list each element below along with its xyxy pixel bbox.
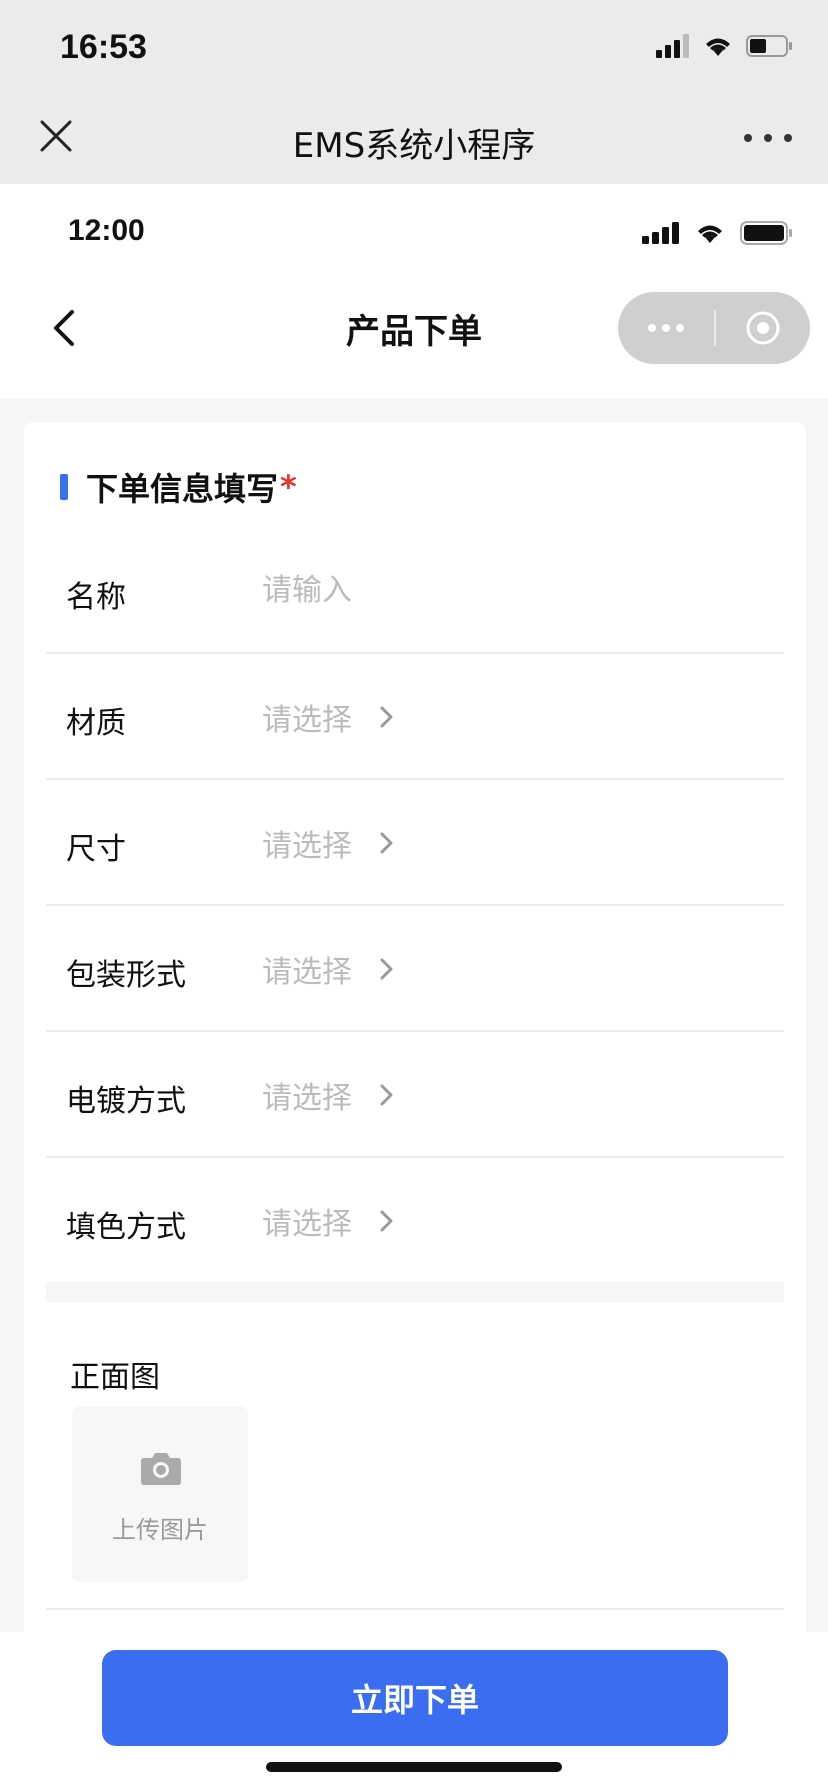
- section-title: 下单信息填写: [86, 470, 279, 508]
- wifi-icon: [698, 225, 722, 243]
- name-input[interactable]: [262, 568, 762, 612]
- upload-divider: [46, 1608, 784, 1610]
- section-header: 下单信息填写 *: [60, 464, 297, 510]
- outer-status-bar: 16:53: [0, 0, 828, 96]
- form-row-plating: 电镀方式 请选择: [46, 1032, 784, 1158]
- inner-status-icons: [642, 220, 794, 246]
- chevron-right-icon: [380, 832, 393, 854]
- signal-icon: [656, 34, 689, 58]
- capsule-more-icon[interactable]: [618, 292, 714, 364]
- inner-status-time: 12:00: [68, 214, 145, 247]
- submit-order-button[interactable]: 立即下单: [102, 1650, 728, 1746]
- page-header: 12:00 产品下单: [0, 184, 828, 398]
- signal-icon: [642, 222, 679, 244]
- order-form-card: 下单信息填写 * 名称 材质 请选择 尺寸 请选择 包装形式 请选择 电镀方式 …: [24, 422, 806, 1642]
- outer-status-time: 16:53: [60, 28, 147, 66]
- battery-icon: [746, 35, 792, 57]
- coloring-select[interactable]: 请选择: [262, 1196, 396, 1246]
- battery-icon: [740, 221, 792, 245]
- outer-status-icons: [656, 34, 794, 58]
- section-divider: [46, 1282, 784, 1302]
- packaging-select[interactable]: 请选择: [262, 944, 396, 994]
- form-row-material: 材质 请选择: [46, 654, 784, 780]
- packaging-select-value: 请选择: [262, 955, 352, 990]
- mini-program-capsule: [618, 292, 810, 364]
- plating-label: 电镀方式: [66, 1084, 186, 1119]
- more-icon[interactable]: [744, 118, 792, 158]
- chevron-right-icon: [380, 706, 393, 728]
- material-select-value: 请选择: [262, 703, 352, 738]
- material-select[interactable]: 请选择: [262, 692, 396, 742]
- bottom-action-bar: 立即下单: [0, 1632, 828, 1792]
- front-image-label: 正面图: [70, 1360, 160, 1395]
- form-row-name: 名称: [46, 528, 784, 654]
- section-accent-bar: [60, 474, 68, 500]
- size-select-value: 请选择: [262, 829, 352, 864]
- plating-select-value: 请选择: [262, 1081, 352, 1116]
- chevron-right-icon: [380, 1210, 393, 1232]
- capsule-close-icon[interactable]: [716, 292, 810, 364]
- home-indicator: [266, 1762, 562, 1772]
- packaging-label: 包装形式: [66, 958, 186, 993]
- size-select[interactable]: 请选择: [262, 818, 396, 868]
- coloring-label: 填色方式: [66, 1210, 186, 1245]
- coloring-select-value: 请选择: [262, 1207, 352, 1242]
- plating-select[interactable]: 请选择: [262, 1070, 396, 1120]
- form-row-packaging: 包装形式 请选择: [46, 906, 784, 1032]
- chevron-right-icon: [380, 958, 393, 980]
- size-label: 尺寸: [66, 832, 126, 867]
- required-mark: *: [280, 468, 297, 506]
- form-row-size: 尺寸 请选择: [46, 780, 784, 906]
- chevron-right-icon: [380, 1084, 393, 1106]
- camera-icon: [141, 1453, 181, 1485]
- outer-nav-title: EMS系统小程序: [292, 126, 536, 166]
- form-row-coloring: 填色方式 请选择: [46, 1158, 784, 1284]
- wifi-icon: [706, 38, 730, 56]
- material-label: 材质: [66, 706, 126, 741]
- name-label: 名称: [66, 580, 126, 615]
- upload-image-button[interactable]: 上传图片: [72, 1406, 248, 1582]
- upload-image-text: 上传图片: [112, 1516, 208, 1544]
- outer-nav-bar: EMS系统小程序: [0, 96, 828, 184]
